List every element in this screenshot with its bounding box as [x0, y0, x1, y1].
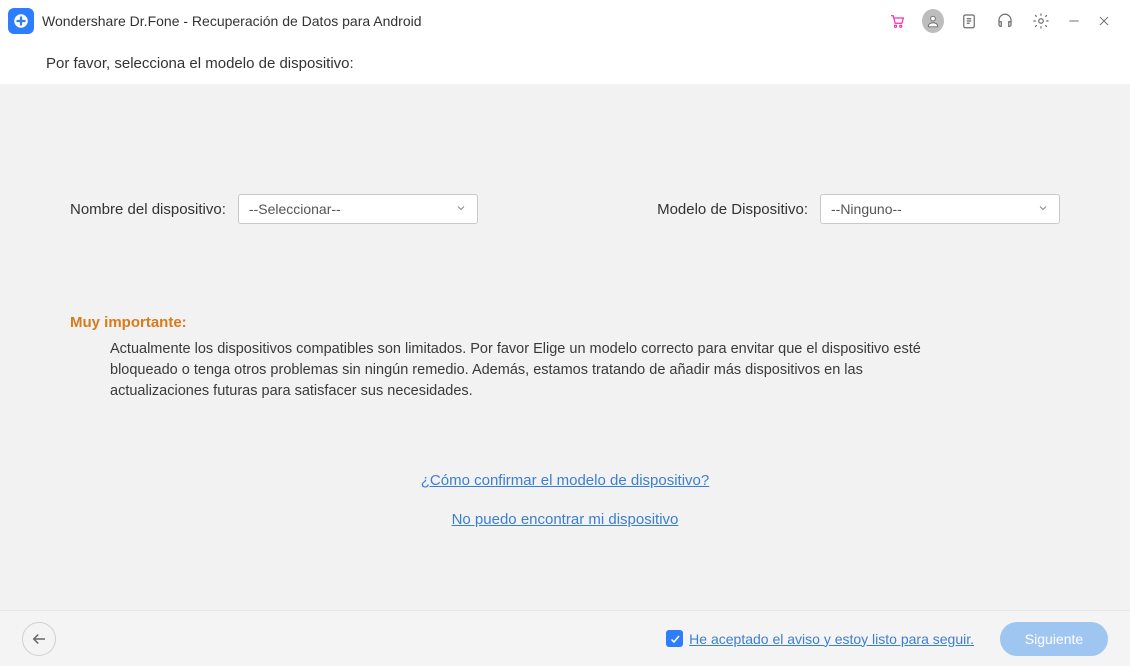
chevron-down-icon	[455, 201, 467, 217]
cart-icon[interactable]	[886, 10, 908, 32]
app-logo	[8, 8, 34, 34]
main-area: Nombre del dispositivo: --Seleccionar-- …	[0, 84, 1130, 610]
titlebar: Wondershare Dr.Fone - Recuperación de Da…	[0, 0, 1130, 42]
help-links: ¿Cómo confirmar el modelo de dispositivo…	[70, 472, 1060, 528]
device-select-row: Nombre del dispositivo: --Seleccionar-- …	[70, 194, 1060, 224]
accept-checkbox[interactable]	[666, 630, 683, 647]
important-notice: Muy importante: Actualmente los disposit…	[70, 314, 1060, 402]
device-model-group: Modelo de Dispositivo: --Ninguno--	[657, 194, 1060, 224]
footer: He aceptado el aviso y estoy listo para …	[0, 610, 1130, 666]
titlebar-icons	[886, 10, 1122, 32]
support-icon[interactable]	[994, 10, 1016, 32]
instruction-text: Por favor, selecciona el modelo de dispo…	[0, 42, 1130, 84]
device-model-value: --Ninguno--	[831, 201, 902, 217]
accept-checkbox-group: He aceptado el aviso y estoy listo para …	[666, 630, 974, 647]
accept-label[interactable]: He aceptado el aviso y estoy listo para …	[689, 631, 974, 647]
device-name-group: Nombre del dispositivo: --Seleccionar--	[70, 194, 478, 224]
back-button[interactable]	[22, 622, 56, 656]
minimize-button[interactable]	[1066, 13, 1082, 29]
device-name-value: --Seleccionar--	[249, 201, 341, 217]
device-model-label: Modelo de Dispositivo:	[657, 201, 808, 218]
chevron-down-icon	[1037, 201, 1049, 217]
next-button[interactable]: Siguiente	[1000, 622, 1108, 656]
cannot-find-device-link[interactable]: No puedo encontrar mi dispositivo	[452, 511, 679, 528]
close-button[interactable]	[1096, 13, 1112, 29]
device-name-select[interactable]: --Seleccionar--	[238, 194, 478, 224]
device-name-label: Nombre del dispositivo:	[70, 201, 226, 218]
notes-icon[interactable]	[958, 10, 980, 32]
confirm-model-link[interactable]: ¿Cómo confirmar el modelo de dispositivo…	[421, 472, 709, 489]
app-title: Wondershare Dr.Fone - Recuperación de Da…	[42, 13, 422, 29]
device-model-select[interactable]: --Ninguno--	[820, 194, 1060, 224]
important-body: Actualmente los dispositivos compatibles…	[70, 339, 930, 402]
important-heading: Muy importante:	[70, 314, 1060, 331]
settings-icon[interactable]	[1030, 10, 1052, 32]
account-icon[interactable]	[922, 10, 944, 32]
